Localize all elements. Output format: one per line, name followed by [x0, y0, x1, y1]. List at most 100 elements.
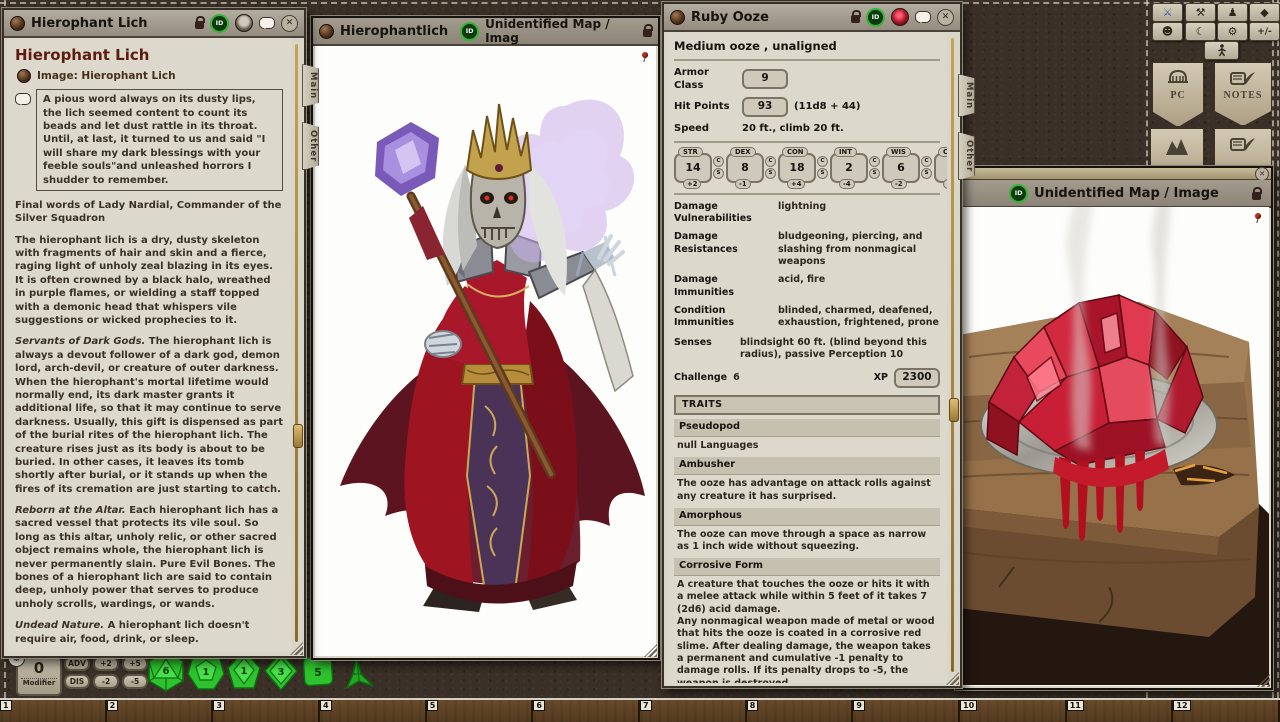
- lich-portrait-icon[interactable]: [235, 14, 253, 32]
- lich-image-titlebar[interactable]: Hierophantlich ID Unidentified Map / Ima…: [313, 18, 658, 46]
- link-orb-icon[interactable]: [319, 24, 334, 39]
- statblock-window[interactable]: Ruby Ooze ID ✕ Medium ooze , unaligned A…: [662, 2, 962, 688]
- scrollbar-handle[interactable]: [293, 424, 303, 448]
- tab-main[interactable]: Main: [302, 64, 319, 107]
- plus-minus-icon: +/-: [1257, 27, 1272, 37]
- scrollbar[interactable]: [295, 44, 298, 642]
- save-roll-button[interactable]: S: [765, 168, 776, 179]
- check-roll-button[interactable]: C: [817, 156, 828, 167]
- id-badge-icon[interactable]: ID: [1009, 184, 1028, 203]
- hotkey-slot-2[interactable]: 2: [107, 700, 214, 722]
- adv-button[interactable]: ADV: [64, 656, 90, 671]
- close-icon[interactable]: ✕: [1255, 167, 1269, 181]
- speech-bubble-icon[interactable]: [915, 11, 931, 23]
- ability-dex[interactable]: 8 DEX -1 CS: [726, 153, 776, 183]
- link-orb-icon[interactable]: [670, 10, 685, 25]
- map-pin-icon[interactable]: [1255, 213, 1261, 219]
- check-roll-button[interactable]: C: [713, 156, 724, 167]
- toolbar-portraits-button[interactable]: ☻: [1152, 22, 1183, 41]
- senses-row: Sensesblindsight 60 ft. (blind beyond th…: [674, 337, 940, 362]
- trait-pseudopod[interactable]: Pseudopod: [674, 419, 940, 437]
- statblock-titlebar[interactable]: Ruby Ooze ID ✕: [664, 4, 960, 32]
- id-badge-icon[interactable]: ID: [866, 8, 885, 27]
- scrollbar-handle[interactable]: [949, 398, 959, 422]
- close-icon[interactable]: ✕: [937, 9, 954, 26]
- check-roll-button[interactable]: C: [765, 156, 776, 167]
- save-roll-button[interactable]: S: [713, 168, 724, 179]
- scrollbar[interactable]: [951, 38, 954, 672]
- toolbar-dicebag-button[interactable]: ◆: [1249, 3, 1280, 22]
- resize-grip[interactable]: [946, 672, 959, 685]
- tab-other[interactable]: Other: [302, 122, 319, 170]
- hotkey-slot-5[interactable]: 5: [427, 700, 534, 722]
- toolbar-tools-button[interactable]: ⚒: [1185, 3, 1216, 22]
- hotkey-slot-1[interactable]: 1: [0, 700, 107, 722]
- svg-text:5: 5: [314, 666, 322, 679]
- id-badge-icon[interactable]: ID: [210, 14, 229, 33]
- lich-image-window[interactable]: Hierophantlich ID Unidentified Map / Ima…: [311, 16, 660, 660]
- ability-cha[interactable]: 1 CHA -5 CS: [934, 153, 947, 183]
- story-titlebar[interactable]: Hierophant Lich ID ✕: [4, 10, 304, 38]
- ability-wis[interactable]: 6 WIS -2 CS: [882, 153, 932, 183]
- tab-main[interactable]: Main: [958, 74, 975, 117]
- close-icon[interactable]: ✕: [281, 15, 298, 32]
- hotkey-slot-10[interactable]: 10: [960, 700, 1067, 722]
- ruby-illustration: [959, 207, 1269, 685]
- resize-grip[interactable]: [290, 642, 303, 655]
- plus2-button[interactable]: +2: [93, 656, 119, 671]
- toolbar-party-button[interactable]: ♟: [1217, 3, 1248, 22]
- svg-text:6: 6: [163, 666, 170, 677]
- toolbar-actions-button[interactable]: ⚔: [1152, 3, 1183, 22]
- toolbar-options-button[interactable]: ⚙: [1217, 22, 1248, 41]
- hotkey-slot-3[interactable]: 3: [213, 700, 320, 722]
- lock-icon[interactable]: [195, 21, 204, 29]
- dis-button[interactable]: DIS: [64, 674, 90, 689]
- hotkey-number: 5: [427, 700, 439, 711]
- minus2-button[interactable]: -2: [93, 674, 119, 689]
- lock-icon[interactable]: [1252, 192, 1261, 200]
- check-roll-button[interactable]: C: [921, 156, 932, 167]
- check-roll-button[interactable]: C: [869, 156, 880, 167]
- banner-pc[interactable]: PC: [1152, 62, 1204, 127]
- ruby-artwork[interactable]: [959, 207, 1269, 686]
- ability-int[interactable]: 2 INT -4 CS: [830, 153, 880, 183]
- toolbar-pointer-button[interactable]: [1204, 41, 1239, 60]
- plus5-button[interactable]: +5: [122, 656, 148, 671]
- ruby-portrait-icon[interactable]: [891, 8, 909, 26]
- save-roll-button[interactable]: S: [869, 168, 880, 179]
- banner-notes[interactable]: NOTES: [1214, 62, 1272, 126]
- lich-artwork[interactable]: [315, 46, 656, 656]
- image-link-label[interactable]: Image: Hierophant Lich: [37, 69, 176, 83]
- minus5-button[interactable]: -5: [122, 674, 148, 689]
- story-window[interactable]: Hierophant Lich ID ✕ Hierophant Lich Ima…: [2, 8, 306, 658]
- speech-bubble-icon[interactable]: [259, 17, 275, 29]
- armor-class-value[interactable]: 9: [742, 69, 788, 89]
- trait-corrosive-form[interactable]: Corrosive Form: [674, 558, 940, 576]
- ability-con[interactable]: 18 CON +4 CS: [778, 153, 828, 183]
- hotkey-slot-11[interactable]: 11: [1067, 700, 1174, 722]
- xp-value[interactable]: 2300: [894, 368, 940, 388]
- hotkey-slot-4[interactable]: 4: [320, 700, 427, 722]
- map-pin-icon[interactable]: [642, 52, 648, 58]
- hotkey-slot-12[interactable]: 12: [1173, 700, 1280, 722]
- save-roll-button[interactable]: S: [817, 168, 828, 179]
- link-orb-icon[interactable]: [10, 16, 25, 31]
- ability-str[interactable]: 14 STR +2 CS: [674, 153, 724, 183]
- hit-points-value[interactable]: 93: [742, 97, 788, 117]
- map-titlebar[interactable]: ID Unidentified Map / Image: [957, 180, 1271, 208]
- toolbar-lighting-button[interactable]: ☾: [1185, 22, 1216, 41]
- hotkey-slot-7[interactable]: 7: [640, 700, 747, 722]
- ruby-map-window[interactable]: ✕ ID Unidentified Map / Image: [955, 166, 1273, 690]
- lock-icon[interactable]: [851, 15, 860, 23]
- hotkey-slot-6[interactable]: 6: [533, 700, 640, 722]
- id-badge-icon[interactable]: ID: [460, 22, 479, 41]
- tab-other[interactable]: Other: [958, 132, 975, 180]
- hotkey-slot-8[interactable]: 8: [747, 700, 854, 722]
- toolbar-modifiers-button[interactable]: +/-: [1249, 22, 1280, 41]
- trait-amorphous[interactable]: Amorphous: [674, 508, 940, 526]
- save-roll-button[interactable]: S: [921, 168, 932, 179]
- trait-ambusher[interactable]: Ambusher: [674, 457, 940, 475]
- image-link[interactable]: Image: Hierophant Lich: [17, 69, 283, 83]
- hotkey-slot-9[interactable]: 9: [853, 700, 960, 722]
- lock-icon[interactable]: [643, 29, 652, 37]
